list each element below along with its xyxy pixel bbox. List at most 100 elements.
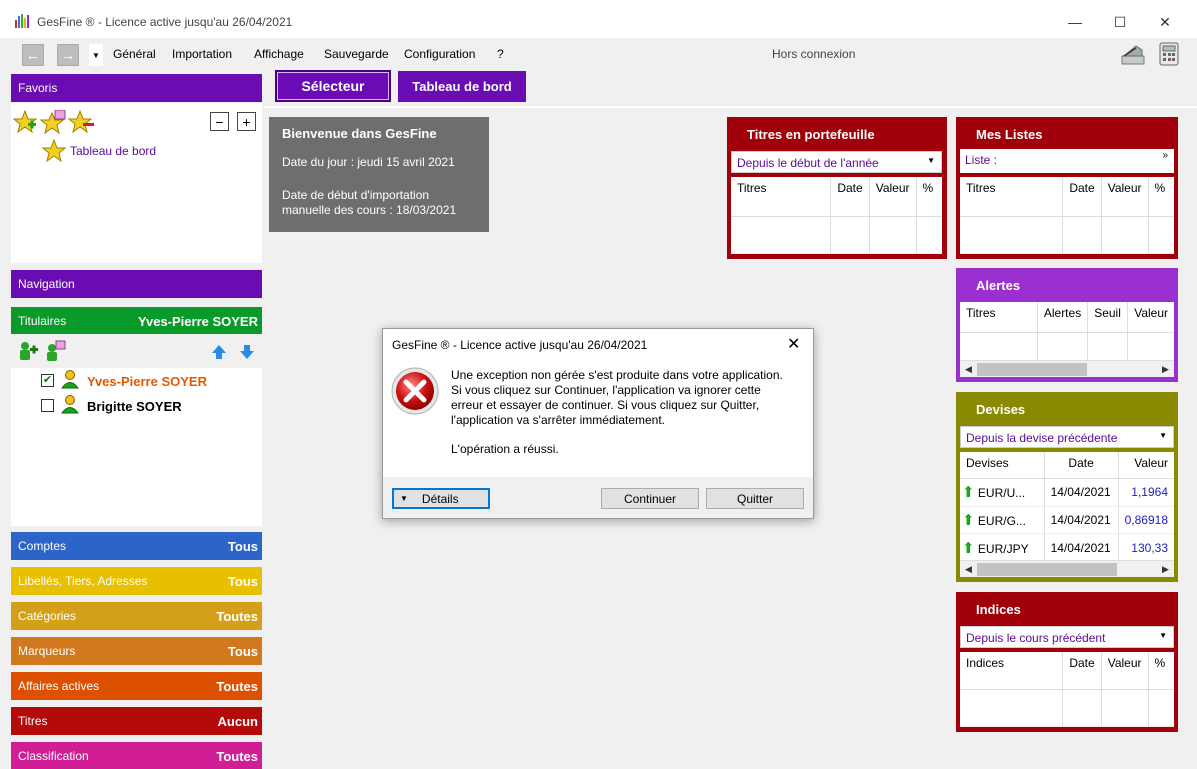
- column-header[interactable]: Titres: [731, 177, 832, 217]
- divider: [265, 106, 1197, 108]
- dialog-close-button[interactable]: ✕: [787, 334, 800, 354]
- section-classification[interactable]: Classification Toutes: [11, 742, 262, 769]
- expand-button[interactable]: +: [237, 112, 256, 131]
- column-header[interactable]: Date: [1062, 177, 1102, 217]
- column-header[interactable]: Devises: [960, 452, 1045, 480]
- column-header[interactable]: %: [1148, 652, 1174, 691]
- scroll-left-icon[interactable]: ◀: [960, 564, 977, 575]
- person-checkbox[interactable]: [41, 399, 54, 412]
- devises-scrollbar[interactable]: ◀ ▶: [960, 560, 1174, 577]
- column-header[interactable]: Alertes: [1037, 302, 1089, 333]
- add-favorite-icon[interactable]: [12, 109, 38, 137]
- section-libelles[interactable]: Libellés, Tiers, Adresses Tous: [11, 567, 262, 595]
- column-header[interactable]: Date: [830, 177, 870, 217]
- scroll-thumb[interactable]: [977, 362, 1087, 376]
- favorite-item-tableau-de-bord[interactable]: Tableau de bord: [70, 144, 156, 158]
- person-name[interactable]: Brigitte SOYER: [87, 399, 182, 414]
- section-comptes[interactable]: Comptes Tous: [11, 532, 262, 560]
- forward-arrow-icon[interactable]: →: [57, 44, 79, 66]
- liste-select[interactable]: Liste : »: [960, 149, 1174, 173]
- titres-period-select[interactable]: Depuis le début de l'année ▼: [731, 151, 942, 173]
- indices-widget: Indices Depuis le cours précédent ▼ Indi…: [956, 592, 1178, 732]
- column-header[interactable]: %: [916, 177, 942, 217]
- dialog-body: Une exception non gérée s'est produite d…: [383, 359, 813, 477]
- history-dropdown-icon[interactable]: ▼: [89, 44, 103, 66]
- menu-help[interactable]: ?: [497, 47, 504, 61]
- person-name[interactable]: Yves-Pierre SOYER: [87, 374, 207, 389]
- menu-configuration[interactable]: Configuration: [404, 47, 475, 61]
- tableau-de-bord-button[interactable]: Tableau de bord: [398, 71, 526, 102]
- section-affaires[interactable]: Affaires actives Toutes: [11, 672, 262, 700]
- green-up-arrow-icon: ⬆: [962, 512, 975, 530]
- section-categories[interactable]: Catégories Toutes: [11, 602, 262, 630]
- person-checkbox-checked[interactable]: ✔: [41, 374, 54, 387]
- add-person-icon[interactable]: [17, 340, 39, 365]
- move-up-icon[interactable]: [211, 344, 227, 363]
- edit-favorite-icon[interactable]: [39, 109, 66, 137]
- column-header[interactable]: Valeur: [1101, 652, 1149, 691]
- column-header[interactable]: Titres: [960, 177, 1064, 217]
- alertes-scrollbar[interactable]: ◀ ▶: [960, 360, 1174, 377]
- section-label: Classification: [18, 749, 89, 763]
- minimize-button[interactable]: —: [1052, 8, 1098, 36]
- window-title: GesFine ® - Licence active jusqu'au 26/0…: [37, 15, 293, 29]
- titulaires-header[interactable]: Titulaires Yves-Pierre SOYER: [11, 307, 262, 335]
- alertes-widget: Alertes Titres Alertes Seuil Valeur ◀ ▶: [956, 268, 1178, 382]
- maximize-button[interactable]: ☐: [1097, 8, 1143, 36]
- scroll-thumb[interactable]: [977, 562, 1117, 576]
- error-dialog: GesFine ® - Licence active jusqu'au 26/0…: [382, 328, 814, 519]
- column-header[interactable]: Date: [1062, 652, 1102, 691]
- move-down-icon[interactable]: [239, 344, 255, 363]
- selecteur-button[interactable]: Sélecteur: [275, 70, 391, 102]
- welcome-title: Bienvenue dans GesFine: [282, 126, 437, 141]
- table-row[interactable]: ⬆ EUR/U... 14/04/2021 1,1964: [960, 478, 1174, 507]
- liste-label: Liste :: [965, 153, 998, 167]
- collapse-button[interactable]: −: [210, 112, 229, 131]
- section-marqueurs[interactable]: Marqueurs Tous: [11, 637, 262, 665]
- column-header[interactable]: Valeur: [1101, 177, 1149, 217]
- indices-title: Indices: [976, 602, 1021, 617]
- chevron-down-icon: ▼: [1159, 631, 1167, 640]
- scroll-left-icon[interactable]: ◀: [960, 364, 977, 375]
- favoris-header[interactable]: Favoris: [11, 74, 262, 102]
- chart-icon[interactable]: [1120, 42, 1146, 66]
- more-icon[interactable]: »: [1162, 150, 1168, 161]
- column-header[interactable]: Titres: [960, 302, 1038, 333]
- remove-favorite-icon[interactable]: [67, 109, 96, 137]
- back-arrow-icon[interactable]: ←: [22, 44, 44, 66]
- indices-period-select[interactable]: Depuis le cours précédent ▼: [960, 626, 1174, 648]
- dialog-result: L'opération a réussi.: [451, 442, 559, 456]
- column-header[interactable]: Seuil: [1087, 302, 1129, 333]
- section-titres[interactable]: Titres Aucun: [11, 707, 262, 735]
- column-header[interactable]: Valeur: [1127, 302, 1174, 333]
- edit-person-icon[interactable]: [44, 340, 66, 365]
- quitter-button[interactable]: Quitter: [706, 488, 804, 509]
- close-button[interactable]: ✕: [1142, 8, 1188, 36]
- scroll-right-icon[interactable]: ▶: [1157, 564, 1174, 575]
- column-header[interactable]: Valeur: [869, 177, 917, 217]
- devise-value: 0,86918: [1118, 506, 1174, 535]
- devises-period-select[interactable]: Depuis la devise précédente ▼: [960, 426, 1174, 448]
- indices-table: Indices Date Valeur%: [960, 652, 1174, 727]
- welcome-panel: Bienvenue dans GesFine Date du jour : je…: [269, 117, 489, 232]
- column-header[interactable]: Date: [1044, 452, 1119, 480]
- table-row[interactable]: ⬆ EUR/JPY 14/04/2021 130,33: [960, 533, 1174, 562]
- connection-status: Hors connexion: [772, 47, 856, 61]
- details-button[interactable]: ▼ Détails: [392, 488, 490, 509]
- calculator-icon[interactable]: [1156, 42, 1182, 66]
- green-up-arrow-icon: ⬆: [962, 484, 975, 502]
- menu-general[interactable]: Général: [113, 47, 156, 61]
- continuer-button[interactable]: Continuer: [601, 488, 699, 509]
- titres-widget: Titres en portefeuille Depuis le début d…: [727, 117, 947, 259]
- column-header[interactable]: Indices: [960, 652, 1064, 691]
- menu-affichage[interactable]: Affichage: [254, 47, 304, 61]
- column-header[interactable]: %: [1148, 177, 1174, 217]
- section-label: Affaires actives: [18, 679, 100, 693]
- green-up-arrow-icon: ⬆: [962, 539, 975, 557]
- menu-importation[interactable]: Importation: [172, 47, 232, 61]
- navigation-header[interactable]: Navigation: [11, 270, 262, 298]
- menu-sauvegarde[interactable]: Sauvegarde: [324, 47, 389, 61]
- table-row[interactable]: ⬆ EUR/G... 14/04/2021 0,86918: [960, 506, 1174, 535]
- scroll-right-icon[interactable]: ▶: [1157, 364, 1174, 375]
- column-header[interactable]: Valeur: [1118, 452, 1174, 480]
